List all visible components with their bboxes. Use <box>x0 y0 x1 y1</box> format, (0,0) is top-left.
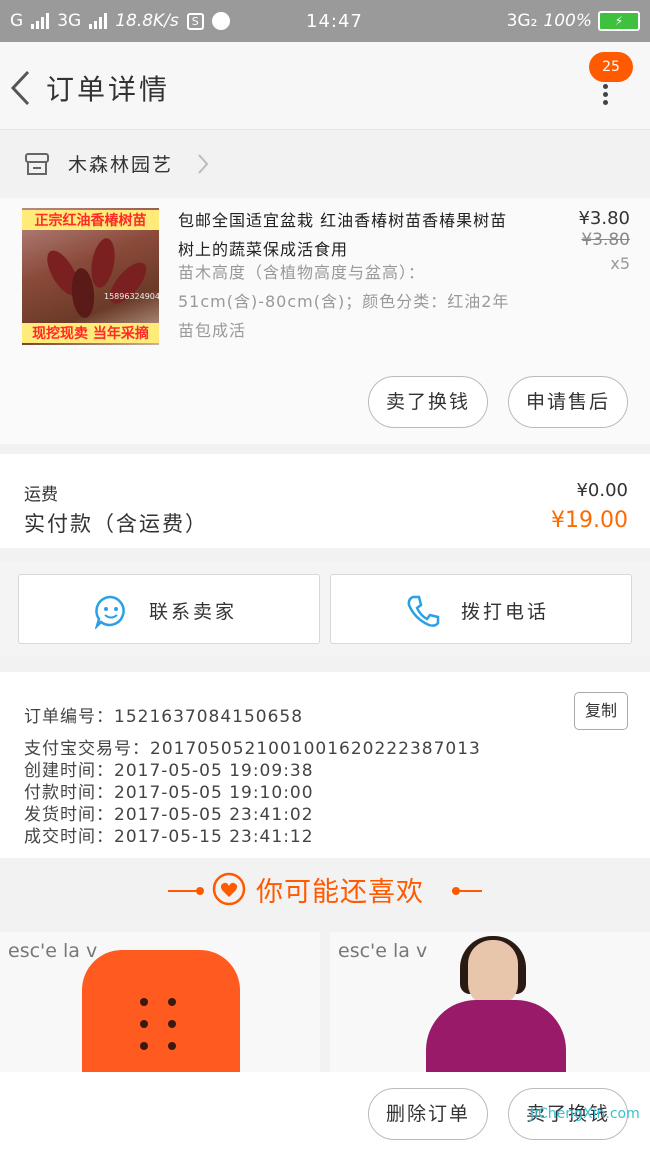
signal-icon <box>31 13 50 29</box>
battery-icon: ⚡ <box>598 11 640 31</box>
contact-seller-button[interactable]: 联系卖家 <box>18 574 320 644</box>
store-row[interactable]: 木森林园艺 <box>0 130 650 198</box>
back-arrow-icon[interactable] <box>8 68 34 108</box>
contact-seller-label: 联系卖家 <box>149 601 238 623</box>
bottom-action-bar: 删除订单 卖了换钱 JiChengXin.com <box>0 1072 650 1155</box>
payment-summary: 运费 ¥0.00 实付款（含运费） ¥19.00 <box>0 444 650 548</box>
product-quantity: x5 <box>610 254 630 273</box>
status-right: 3G₂ 100% ⚡ <box>507 11 640 31</box>
purple-jacket-image <box>426 1000 566 1072</box>
carrier-label: G <box>10 11 24 31</box>
app-icon <box>211 12 230 30</box>
status-left: G 3G 18.8K/s S <box>10 11 270 31</box>
thumb-top-caption: 正宗红油香椿树苗 <box>22 210 159 230</box>
product-thumbnail[interactable]: 正宗红油香椿树苗 15896324904 现挖现卖 当年采摘 <box>22 208 159 345</box>
card-brand: esc'e la v <box>338 940 428 962</box>
product-name[interactable]: 包邮全国适宜盆栽 红油香椿树苗香椿果树苗树上的蔬菜保成活食用 <box>178 206 508 264</box>
shipping-label: 运费 <box>24 485 58 505</box>
original-price: ¥3.80 <box>581 230 630 250</box>
product-spec: 苗木高度（含植物高度与盆高）：51cm(含)-80cm(含)；颜色分类：红油2年… <box>178 263 510 340</box>
speed-label: 18.8K/s <box>115 11 179 31</box>
delete-order-button[interactable]: 删除订单 <box>368 1088 488 1140</box>
status-bar: G 3G 18.8K/s S 14:47 3G₂ 100% ⚡ <box>0 0 650 42</box>
call-phone-button[interactable]: 拨打电话 <box>330 574 632 644</box>
after-sale-button[interactable]: 申请售后 <box>508 376 628 428</box>
chat-icon <box>94 595 125 629</box>
order-info: 订单编号：1521637084150658 复制 支付宝交易号：20170505… <box>0 672 650 858</box>
thumb-bottom-caption: 现挖现卖 当年采摘 <box>22 323 159 343</box>
thumb-phone: 15896324904 <box>104 292 159 301</box>
heart-icon <box>212 872 246 906</box>
paid-label: 实付款（含运费） <box>24 512 208 536</box>
sell-button[interactable]: 卖了换钱 <box>368 376 488 428</box>
divider-left <box>168 890 198 892</box>
s-icon: S <box>186 12 204 30</box>
shipping-value: ¥0.00 <box>576 480 628 501</box>
phone-icon <box>407 595 440 627</box>
contact-row: 联系卖家 拨打电话 <box>0 562 650 656</box>
product-item[interactable]: 正宗红油香椿树苗 15896324904 现挖现卖 当年采摘 包邮全国适宜盆栽 … <box>0 198 650 444</box>
network-label-2: 3G₂ <box>506 11 538 31</box>
divider-right <box>452 890 482 892</box>
completed-time: 成交时间：2017-05-15 23:41:12 <box>24 827 314 847</box>
watermark: JiChengXin.com <box>530 1106 640 1122</box>
recommend-card[interactable]: esc'e la v <box>0 932 320 1072</box>
recommend-header: 你可能还喜欢 <box>0 858 650 924</box>
store-name[interactable]: 木森林园艺 <box>68 150 173 177</box>
clock: 14:47 <box>306 10 363 32</box>
nav-bar: 订单详情 25 <box>0 42 650 130</box>
battery-percent: 100% <box>543 11 592 31</box>
network-label: 3G <box>57 11 82 31</box>
order-number: 订单编号：1521637084150658 <box>24 707 304 727</box>
message-count-badge[interactable]: 25 <box>589 52 633 82</box>
copy-button[interactable]: 复制 <box>574 692 628 730</box>
chevron-right-icon <box>198 154 209 174</box>
card-brand: esc'e la v <box>8 940 98 962</box>
dot-left <box>196 887 204 895</box>
store-icon <box>25 153 49 175</box>
signal-icon-2 <box>89 13 108 29</box>
product-price: ¥3.80 <box>578 208 630 229</box>
model-face <box>468 940 518 1006</box>
page-title: 订单详情 <box>46 73 171 106</box>
orange-jacket-image <box>82 950 240 1072</box>
call-phone-label: 拨打电话 <box>461 601 550 623</box>
recommend-title: 你可能还喜欢 <box>256 877 424 908</box>
recommend-card[interactable]: esc'e la v <box>330 932 650 1072</box>
paid-value: ¥19.00 <box>551 508 628 533</box>
more-menu-icon[interactable] <box>603 84 609 105</box>
